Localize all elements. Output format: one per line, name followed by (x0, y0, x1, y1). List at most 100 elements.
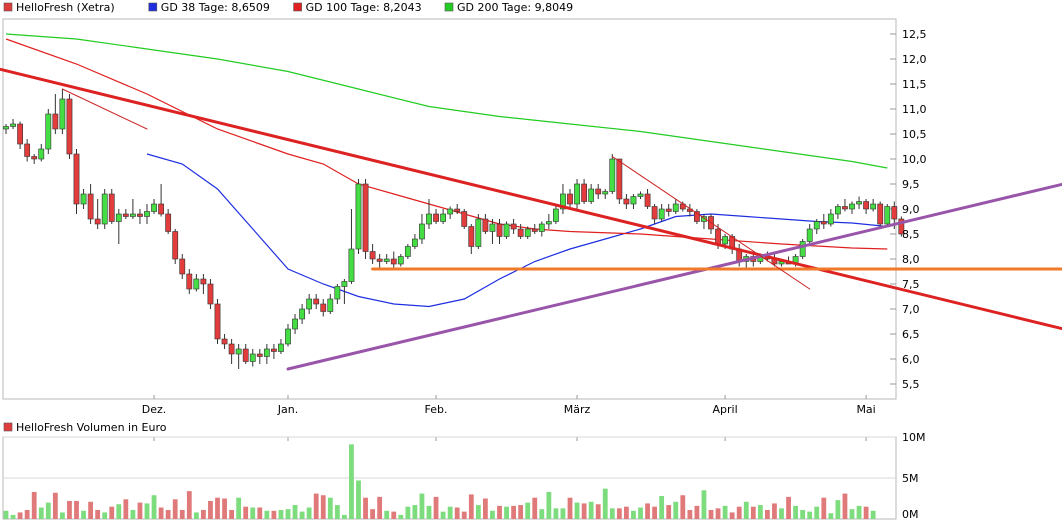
y-tick-label: 6,5 (902, 328, 920, 341)
candle-body (616, 158, 623, 200)
volume-bar (370, 509, 375, 519)
y-tick-label: 7,5 (902, 278, 920, 291)
y-tick-label: 6,0 (902, 353, 920, 366)
candle-body (214, 303, 221, 340)
volume-bar (327, 497, 333, 519)
legend-swatch (3, 2, 13, 12)
volume-bar (694, 505, 700, 519)
candle-body (80, 193, 87, 205)
candle-body (827, 213, 834, 225)
legend-label: HelloFresh Volumen in Euro (16, 421, 167, 434)
candle-body (510, 223, 517, 230)
volume-bar (158, 507, 164, 519)
volume-bar (130, 509, 136, 519)
candle-body (630, 196, 637, 205)
legend-swatch (293, 2, 302, 12)
volume-bar (729, 512, 735, 519)
candle-body (672, 203, 679, 212)
volume-bar (454, 507, 460, 519)
y-tick-label: 10,0 (902, 153, 927, 166)
volume-bar (222, 498, 227, 519)
volume-bar (602, 488, 608, 519)
volume-bar (483, 498, 488, 519)
volume-bar (863, 506, 869, 519)
volume-bar (81, 510, 86, 519)
candle-body (31, 156, 38, 160)
candle-body (651, 206, 658, 220)
candle-body (849, 203, 855, 210)
volume-bar (398, 514, 404, 519)
volume-bar (342, 514, 347, 519)
legend-swatch (148, 2, 158, 12)
volume-bar (384, 510, 390, 519)
stock-chart: HelloFresh (Xetra) GD 38 Tage: 8,6509 GD 1… (0, 0, 1062, 522)
volume-bar (574, 502, 580, 519)
candle-body (130, 213, 136, 217)
volume-bar (306, 507, 312, 519)
volume-bar (638, 507, 643, 519)
volume-bar (334, 505, 340, 519)
volume-bar (243, 506, 249, 519)
candle-body (644, 193, 651, 207)
volume-bar (609, 508, 615, 519)
volume-bar (736, 506, 742, 519)
candle-body (108, 193, 115, 222)
volume-bar (229, 509, 234, 519)
volume-bar (116, 504, 122, 519)
candle-body (45, 113, 52, 150)
y-tick-label: 8,5 (902, 228, 920, 241)
candle-body (38, 148, 45, 160)
volume-bar (765, 509, 770, 519)
candle-body (609, 158, 616, 192)
candle-body (327, 298, 334, 312)
candle-body (10, 123, 16, 127)
volume-bar (652, 506, 657, 519)
volume-bar (475, 505, 481, 519)
candle-body (665, 208, 672, 212)
candle-body (207, 283, 214, 305)
candle-body (496, 223, 503, 237)
volume-bar (257, 507, 263, 519)
volume-bar (31, 491, 37, 519)
volume-bar (828, 513, 834, 519)
x-tick-label: Mai (856, 403, 875, 416)
volume-bar (144, 503, 150, 519)
volume-bar (271, 510, 277, 519)
volume-bar (539, 509, 545, 519)
candle-body (524, 228, 531, 237)
volume-bar (356, 480, 361, 519)
candle-body (66, 98, 73, 155)
candle-body (52, 113, 59, 130)
candle-body (94, 218, 101, 225)
candle-body (221, 338, 228, 345)
volume-bar (426, 505, 432, 519)
candle-body (806, 228, 813, 242)
candle-body (263, 348, 270, 357)
candle-body (419, 223, 425, 240)
candle-body (842, 206, 848, 210)
y-tick-label: 8,0 (902, 253, 920, 266)
volume-bar (412, 505, 418, 519)
candle-body (390, 258, 397, 265)
candle-body (567, 193, 573, 205)
volume-bar (511, 505, 516, 519)
y-tick-label: 5,5 (902, 378, 920, 391)
chart-svg: HelloFresh (Xetra) GD 38 Tage: 8,6509 GD 1… (0, 0, 1062, 522)
volume-bar (490, 510, 495, 519)
volume-bar (525, 502, 531, 519)
volume-bar (518, 505, 524, 519)
volume-bar (38, 507, 44, 519)
candle-body (489, 223, 496, 232)
candle-body (193, 278, 200, 290)
y-tick-label: 12,0 (902, 53, 927, 66)
volume-bar (52, 492, 58, 519)
candle-body (369, 251, 376, 260)
volume-bar (193, 512, 199, 519)
volume-bar (772, 503, 777, 519)
volume-bar (715, 508, 721, 519)
volume-legend: HelloFresh Volumen in Euro (3, 421, 167, 434)
volume-bar (95, 509, 101, 519)
candle-body (256, 353, 263, 357)
candle-body (856, 201, 862, 205)
legend-swatch (3, 422, 13, 432)
